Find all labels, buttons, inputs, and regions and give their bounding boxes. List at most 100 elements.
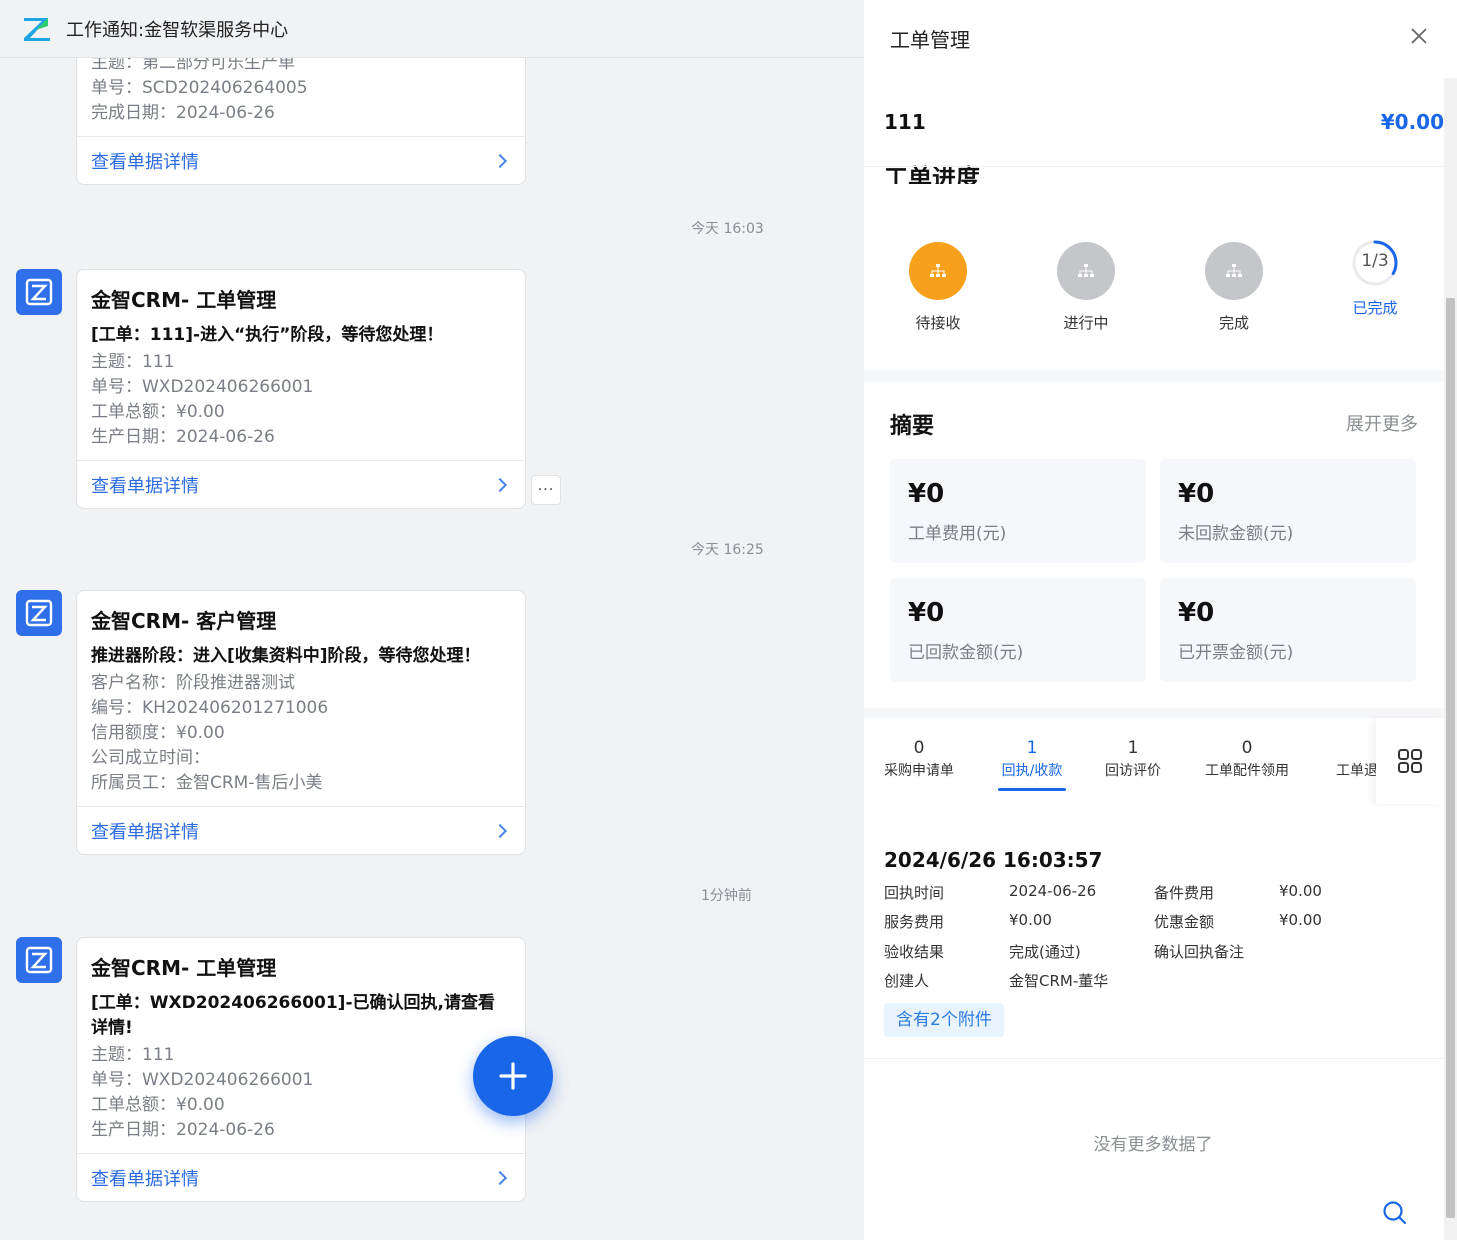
message-time: 1分钟前 (701, 888, 752, 904)
app-avatar (16, 269, 62, 315)
tab-receipt-payment[interactable]: 1 回执/收款 (998, 738, 1066, 791)
card-line: 生产日期：2024-06-26 (91, 1120, 275, 1140)
app-avatar (16, 590, 62, 636)
plus-icon (499, 1062, 527, 1090)
view-details-link-row[interactable]: 查看单据详情 (77, 806, 525, 854)
chevron-right-icon (492, 1170, 508, 1185)
grid-icon (1398, 749, 1422, 773)
record-datetime: 2024/6/26 16:03:57 (884, 848, 1103, 872)
tile-value: ¥0 (1178, 598, 1215, 628)
progress-title: 工单进度 (884, 164, 980, 184)
field-value: ¥0.00 (1279, 911, 1322, 929)
tab-count: 1 (1127, 738, 1139, 758)
message-time: 今天 16:03 (691, 221, 764, 237)
flow-icon (909, 242, 967, 300)
view-details-link-row[interactable]: 查看单据详情 (77, 460, 525, 508)
tab-label: 回访评价 (1105, 763, 1161, 779)
attachments-badge[interactable]: 含有2个附件 (884, 1003, 1004, 1037)
panel-scrollbar[interactable] (1444, 78, 1457, 1240)
summary-tile: ¥0 工单费用(元) (890, 459, 1146, 563)
field-value: ¥0.00 (1009, 911, 1052, 929)
tile-value: ¥0 (1178, 479, 1215, 509)
chevron-right-icon (492, 823, 508, 838)
card-headline: [工单：111]-进入“执行”阶段，等待您处理！ (91, 325, 444, 345)
chevron-right-icon (492, 477, 508, 492)
tile-label: 已开票金额(元) (1178, 643, 1294, 663)
view-details-link[interactable]: 查看单据详情 (91, 818, 199, 844)
tab-order-return[interactable]: 工单退 (1336, 738, 1378, 780)
tab-return-visit[interactable]: 1 回访评价 (1105, 738, 1161, 780)
tab-purchase-request[interactable]: 0 采购申请单 (884, 738, 954, 780)
card-app-name: 金智CRM- 客户管理 (91, 609, 277, 633)
message-card: 金智CRM- 客户管理 推进器阶段：进入[收集资料中]阶段，等待您处理！ 客户名… (76, 590, 526, 855)
field-key: 验收结果 (884, 943, 945, 961)
step-label: 完成 (1218, 314, 1249, 332)
expand-more-link[interactable]: 展开更多 (1346, 410, 1418, 436)
add-button[interactable] (473, 1036, 553, 1116)
search-icon[interactable] (1382, 1200, 1408, 1226)
view-details-link[interactable]: 查看单据详情 (91, 1165, 199, 1191)
flow-icon (1057, 242, 1115, 300)
field-key: 创建人 (884, 972, 930, 990)
card-headline: [工单：WXD202406266001]-已确认回执,请查看详情! (91, 993, 495, 1038)
card-line: 客户名称：阶段推进器测试 (91, 673, 295, 693)
more-options-button[interactable]: ··· (531, 475, 561, 505)
field-key: 确认回执备注 (1154, 943, 1245, 961)
chat-header: 工作通知:金智软渠服务中心 (0, 0, 864, 58)
card-line: 主题：111 (91, 352, 175, 372)
view-details-link-row[interactable]: 查看单据详情 (77, 1153, 525, 1201)
progress-ring: 1/3 (1350, 238, 1400, 288)
field-key: 服务费用 (884, 913, 945, 931)
scrollbar-thumb[interactable] (1446, 298, 1455, 1218)
tab-count (1336, 738, 1378, 758)
summary-section: 摘要 展开更多 ¥0 工单费用(元) ¥0 未回款金额(元) ¥0 已回款金额(… (864, 382, 1444, 708)
tile-value: ¥0 (908, 479, 945, 509)
summary-title: 摘要 (890, 414, 935, 439)
divider (864, 166, 1444, 167)
tab-count: 0 (913, 738, 925, 758)
step-in-progress[interactable]: 进行中 (1026, 242, 1146, 333)
related-tabs: 0 采购申请单 1 回执/收款 1 回访评价 0 工单配件领用 工单退 (864, 718, 1444, 812)
tab-label: 回执/收款 (1001, 763, 1063, 779)
tile-label: 未回款金额(元) (1178, 524, 1294, 544)
view-details-link[interactable]: 查看单据详情 (91, 472, 199, 498)
card-line: 单号：SCD202406264005 (91, 78, 308, 98)
field-value: 金智CRM-董华 (1009, 972, 1109, 990)
step-complete[interactable]: 完成 (1174, 242, 1294, 333)
card-line: 主题：111 (91, 1045, 175, 1065)
card-line: 单号：WXD202406266001 (91, 1070, 314, 1090)
app-logo-icon (25, 599, 53, 627)
active-tab-indicator (998, 788, 1066, 791)
chat-title: 工作通知:金智软渠服务中心 (66, 19, 289, 41)
all-tabs-button[interactable] (1376, 718, 1444, 804)
view-details-link-row[interactable]: 查看单据详情 (77, 136, 525, 184)
summary-tile: ¥0 未回款金额(元) (1160, 459, 1416, 563)
field-value: 完成(通过) (1009, 943, 1081, 961)
tab-label: 工单配件领用 (1205, 763, 1289, 779)
card-line: 单号：WXD202406266001 (91, 377, 314, 397)
field-value: ¥0.00 (1279, 882, 1322, 900)
field-key: 优惠金额 (1154, 913, 1215, 931)
field-key: 备件费用 (1154, 884, 1215, 902)
tile-label: 工单费用(元) (908, 524, 1007, 544)
receipt-record: 2024/6/26 16:03:57 回执时间 2024-06-26 备件费用 … (864, 812, 1444, 1240)
chat-pane: 工作通知:金智软渠服务中心 主题：第二部分可乐生产单 单号：SCD2024062… (0, 0, 864, 1240)
tile-value: ¥0 (908, 598, 945, 628)
card-line: 编号：KH202406201271006 (91, 698, 329, 718)
tab-label: 采购申请单 (884, 763, 954, 779)
view-details-link[interactable]: 查看单据详情 (91, 148, 199, 174)
tab-parts-usage[interactable]: 0 工单配件领用 (1205, 738, 1289, 780)
chevron-right-icon (492, 153, 508, 168)
card-line: 信用额度：¥0.00 (91, 723, 225, 743)
work-order-panel: 工单管理 工单进度 111 ¥0.00 待接收 进行中 完成 1/3 已完成 摘… (864, 0, 1457, 1240)
message-time: 今天 16:25 (691, 542, 764, 558)
progress-label: 已完成 (1352, 299, 1398, 317)
card-line: 生产日期：2024-06-26 (91, 427, 275, 447)
app-avatar (16, 937, 62, 983)
progress-ratio: 1/3 (1361, 251, 1389, 271)
card-line: 所属员工：金智CRM-售后小美 (91, 773, 323, 793)
no-more-data: 没有更多数据了 (1093, 1135, 1213, 1155)
divider (864, 1058, 1444, 1059)
close-icon[interactable] (1410, 27, 1428, 45)
step-pending-receive[interactable]: 待接收 (878, 242, 998, 333)
